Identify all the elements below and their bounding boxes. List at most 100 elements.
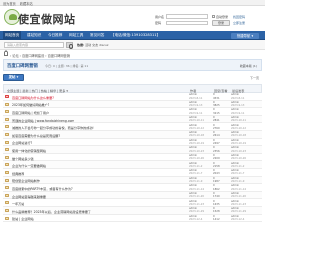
site-logo-text[interactable]: 使宜做网站 (18, 11, 76, 27)
thread-row[interactable]: 什么品牌推荐？2023年以后，企业营销网站建设更重要了 admin 2023-11-… (3, 206, 262, 215)
view-count: 2158 (213, 164, 220, 168)
thread-folder-icon (5, 102, 9, 106)
nav-item-home[interactable]: 网站首页 (3, 31, 22, 40)
last-post-date: 2023-10-11 (231, 119, 247, 123)
last-post: admin 2023-12-4 (231, 215, 244, 221)
thread-title[interactable]: 使用一体化的营销型网站 (12, 148, 46, 153)
hot-search-terms[interactable]: 活动 交友 discuz (85, 43, 108, 47)
last-post: admin 2023-11-9 (231, 177, 244, 183)
post-date: 2023-9-13 (189, 104, 203, 108)
thread-row[interactable]: 企业网站变得越来越重要 admin 2023-11-20 0 1740 admin 2023… (3, 191, 262, 200)
last-post-date: 2023-8-11 (231, 96, 245, 100)
last-post-date: 2023-11-29 (231, 210, 247, 214)
thread-title[interactable]: 2023年如何做好网站推广? (12, 102, 49, 107)
login-button[interactable]: 登录 (212, 20, 230, 26)
register-link[interactable]: 立即注册 (233, 21, 245, 25)
post-date: 2023-10-11 (189, 119, 205, 123)
last-post-date: 2023-12-4 (231, 218, 245, 221)
thread-row[interactable]: 企业网站进行? admin 2023-10-19 0 2497 admin 2023-10-… (3, 138, 262, 147)
password-input[interactable] (166, 20, 208, 25)
thread-author: admin 2023-11-23 (189, 200, 204, 206)
thread-title[interactable]: 如思百度需要为什么总是死而后醒? (12, 133, 60, 138)
thread-stats: 0 2841 (213, 116, 220, 122)
thread-title[interactable]: 一年万站 (12, 201, 24, 206)
last-post: admin 2023-11-2 (231, 162, 244, 168)
nav-item-faq[interactable]: 常见问答 (88, 31, 106, 40)
thread-row[interactable]: 诚推的人不会与你一起分享成功的喜悦，而是分享你的成功! admin 2023-10-… (3, 123, 262, 131)
thread-title[interactable]: 百度口碑网站 | 增加了用户 (12, 110, 49, 115)
thread-title[interactable]: 做个网站多少钱 (12, 156, 34, 161)
last-post: admin 2023-10-12 (231, 124, 246, 130)
nav-item-tools[interactable]: 网站工具 (67, 31, 85, 40)
thread-row[interactable]: 建站 | 企业网站 admin 2023-12-4 0 1412 admin 2023-12… (3, 214, 262, 223)
thread-folder-icon (5, 132, 9, 136)
thread-title[interactable]: 普通的企业网站 | www.fandaizhineng.com (12, 118, 74, 123)
thread-stats: 0 1987 (213, 177, 220, 183)
search-input[interactable]: 请输入搜索内容 (4, 42, 64, 48)
thread-title[interactable]: 百度口碑网站为什么这么重要? (12, 95, 54, 100)
thread-row[interactable]: 如思百度需要为什么总是死而后醒? admin 2023-10-18 0 2614 admi… (3, 130, 262, 139)
nav-item-knowledge[interactable]: 建站知识 (25, 31, 43, 40)
thread-row[interactable]: 使用一体化的营销型网站 admin 2023-10-23 0 2356 admin 2023… (3, 146, 262, 154)
thread-stats: 0 1862 (213, 184, 220, 190)
view-count: 2209 (213, 157, 220, 161)
remember-checkbox[interactable] (212, 14, 215, 18)
thread-row[interactable]: 普通的企业网站 | www.fandaizhineng.com admin 2023… (3, 115, 262, 124)
quick-nav-button[interactable]: 快捷导航 ▾ (231, 32, 259, 39)
thread-author: admin 2023-10-26 (189, 154, 204, 160)
nav-item-contact[interactable]: 【电话/微信:13910328311】 (109, 31, 162, 40)
view-count: 1740 (213, 195, 220, 199)
post-date: 2023-11-29 (189, 210, 205, 214)
thread-row[interactable]: 做个网站多少钱 admin 2023-10-26 0 2209 admin 2023-10-… (3, 153, 262, 162)
thread-row[interactable]: 企业为什么一定要做网站 admin 2023-11-2 0 2158 admin 2023-… (3, 161, 262, 169)
password-label: 密码 (155, 21, 162, 25)
thread-stats: 0 4531 (213, 93, 220, 99)
thread-row[interactable]: 百度口碑网站为什么这么重要? admin 2023-8-11 0 4531 admin 20… (3, 93, 262, 101)
thread-author: admin 2023-12-4 (189, 215, 202, 221)
post-date: 2023-12-4 (189, 218, 203, 221)
thread-row[interactable]: 百度搜索中的PARTY丰富，或者有什么作为? admin 2023-11-14 0 18… (3, 184, 262, 192)
username-input[interactable] (166, 14, 208, 19)
nav-item-recommend[interactable]: 今日推荐 (46, 31, 64, 40)
header-subject-filters[interactable]: 全部主题 | 最新 | 热门 | 热帖 | 精华 | 更多 ▾ (7, 88, 68, 93)
thread-title[interactable]: 诚推的人不会与你一起分享成功的喜悦，而是分享你的成功! (12, 125, 94, 130)
breadcrumb-text[interactable]: › 论坛 › 百度口碑网建设 › 百度口碑网营销 (10, 53, 70, 58)
last-post-date: 2023-9-13 (231, 104, 245, 108)
thread-title[interactable]: 建站 | 企业网站 (12, 216, 34, 221)
site-header: 使宜做网站 用户名 自动登录 找回密码 密码 登录 立即注册 (0, 6, 265, 31)
post-date: 2023-11-23 (189, 202, 205, 206)
thread-stats: 0 1412 (213, 215, 220, 221)
thread-title[interactable]: 企业网站变得越来越重要 (12, 194, 46, 199)
thread-author: admin 2023-9-11 (189, 108, 202, 114)
view-count: 4531 (213, 96, 220, 100)
forum-header: 百度口碑网营销 今日: 0 | 主题: 36 | 排名: 第 11 收藏本版 (… (3, 59, 262, 71)
thread-title[interactable]: 企业为什么一定要做网站 (12, 163, 46, 168)
home-icon[interactable] (4, 49, 9, 56)
search-icon[interactable] (66, 42, 73, 49)
thread-row[interactable]: 经典推荐 admin 2023-11-7 0 2043 admin 2023-11-7 (3, 168, 262, 177)
thread-row[interactable]: 百度口碑网站 | 增加了用户 admin 2023-9-11 0 3215 admin 20… (3, 108, 262, 116)
thread-author: admin 2023-11-9 (189, 177, 202, 183)
view-count: 1528 (213, 210, 220, 214)
thread-title[interactable]: 阳创型企业网站制作 (12, 178, 40, 183)
thread-stats: 0 2760 (213, 124, 220, 130)
pager-next[interactable]: 下一页 (250, 76, 259, 80)
view-count: 3215 (213, 111, 220, 115)
thread-title[interactable]: 企业网站进行? (12, 140, 32, 145)
thread-title[interactable]: 经典推荐 (12, 171, 24, 176)
thread-row[interactable]: 阳创型企业网站制作 admin 2023-11-9 0 1987 admin 2023-11… (3, 176, 262, 185)
thread-title[interactable]: 百度搜索中的PARTY丰富，或者有什么作为? (12, 186, 73, 191)
thread-row[interactable]: 一年万站 admin 2023-11-23 0 1635 admin 2023-11-23 (3, 199, 262, 207)
view-count: 2043 (213, 172, 220, 176)
view-count: 3825 (213, 104, 220, 108)
thread-stats: 0 1635 (213, 200, 220, 206)
thread-title[interactable]: 什么品牌推荐？2023年以后，企业营销网站建设更重要了 (12, 209, 91, 214)
forgot-password-link[interactable]: 找回密码 (233, 15, 245, 19)
post-date: 2023-11-20 (189, 195, 205, 199)
post-date: 2023-10-23 (189, 149, 205, 153)
new-thread-button[interactable]: 发帖 ▾ (3, 74, 24, 81)
favorite-forum-link[interactable]: 收藏本版 (1) (240, 64, 257, 68)
view-count: 2760 (213, 126, 220, 130)
thread-row[interactable]: 2023年如何做好网站推广? admin 2023-9-13 0 3825 admin 20… (3, 100, 262, 109)
hot-search: 热搜: 活动 交友 discuz (77, 43, 109, 47)
